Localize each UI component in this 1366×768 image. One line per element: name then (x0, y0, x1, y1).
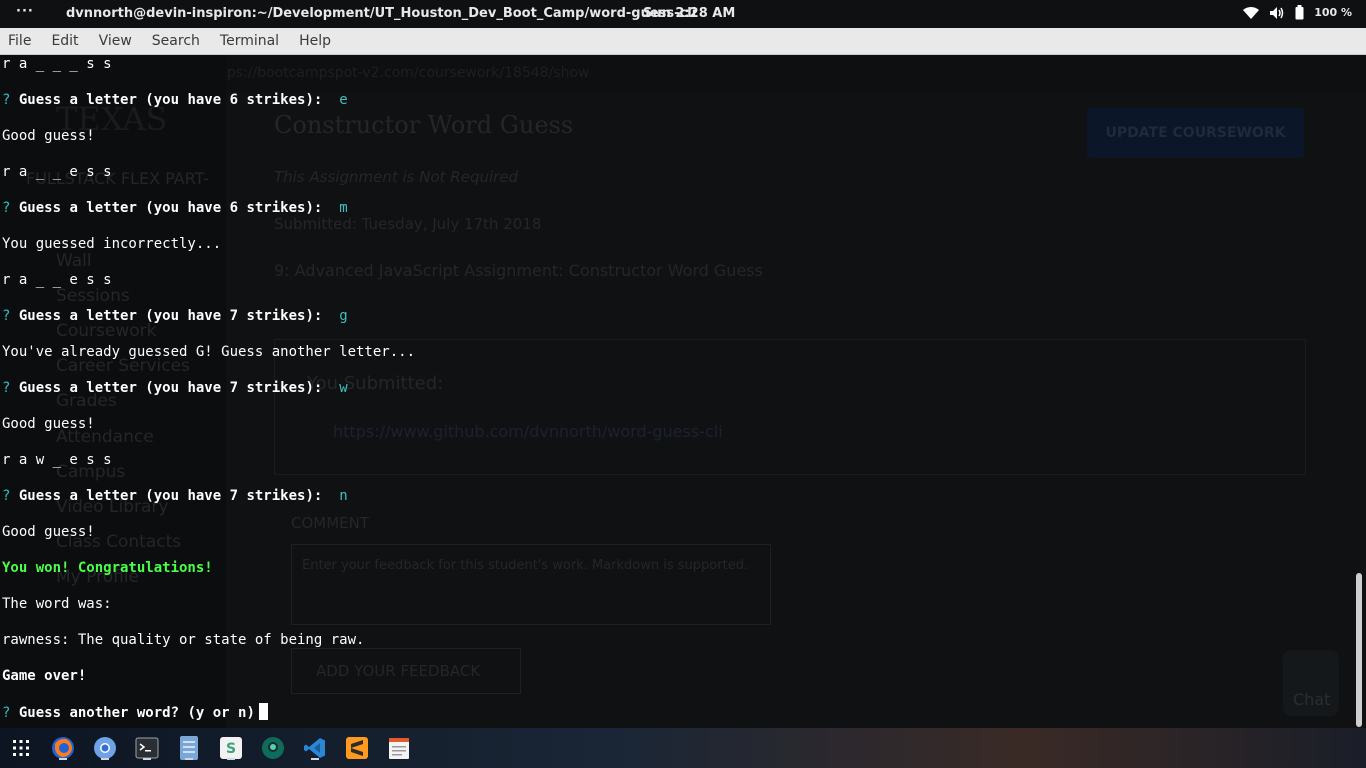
terminal-cursor[interactable] (258, 703, 268, 720)
firefox-icon[interactable] (49, 734, 77, 762)
files-icon[interactable] (175, 734, 203, 762)
terminal-output-line: r a _ _ e s s (2, 164, 112, 180)
prompt-answer: w (339, 380, 348, 396)
terminal-scrollbar[interactable] (1356, 573, 1362, 727)
terminal-prompt-line: ? Guess a letter (you have 7 strikes): w (2, 379, 348, 397)
menu-search[interactable]: Search (152, 33, 200, 49)
wifi-icon (1243, 6, 1260, 19)
terminal-output-line: Good guess! (2, 128, 95, 144)
terminal-prompt-line: ? Guess a letter (you have 7 strikes): g (2, 307, 348, 325)
taskbar: S (0, 728, 1366, 768)
text-editor-icon[interactable] (385, 734, 413, 762)
svg-text:S: S (226, 741, 236, 757)
prompt-text: Guess a letter (you have 7 strikes): (18, 308, 331, 324)
sublime-text-icon[interactable] (343, 734, 371, 762)
clock[interactable]: Sun 2:28 AM (643, 6, 735, 21)
window-title: dvnnorth@devin-inspiron:~/Development/UT… (66, 6, 697, 21)
terminal-output-line: r a _ _ _ s s (2, 56, 112, 72)
vscode-icon[interactable] (301, 734, 329, 762)
terminal-menubar: File Edit View Search Terminal Help (0, 28, 1366, 55)
prompt-question-mark: ? (2, 92, 11, 108)
terminal-output[interactable]: r a _ _ _ s s? Guess a letter (you have … (2, 55, 1352, 728)
terminal-output-line: You guessed incorrectly... (2, 236, 222, 252)
terminal-output-line: r a w _ e s s (2, 452, 112, 468)
prompt-text: Guess a letter (you have 6 strikes): (18, 200, 331, 216)
battery-icon (1295, 5, 1304, 20)
prompt-text: Guess a letter (you have 6 strikes): (18, 92, 331, 108)
volume-icon (1270, 6, 1284, 19)
terminal-output-line: You've already guessed G! Guess another … (2, 344, 416, 360)
terminal-prompt-line: ? Guess a letter (you have 6 strikes): e (2, 91, 348, 109)
terminal-output-line: Good guess! (2, 416, 95, 432)
terminal-prompt-line: ? Guess a letter (you have 6 strikes): m (2, 199, 348, 217)
activities-menu[interactable]: ··· (16, 4, 34, 19)
prompt-text: Guess a letter (you have 7 strikes): (18, 488, 331, 504)
menu-help[interactable]: Help (299, 33, 331, 49)
terminal-output-line: r a _ _ e s s (2, 272, 112, 288)
prompt-question-mark: ? (2, 488, 11, 504)
prompt-answer: m (339, 200, 348, 216)
menu-edit[interactable]: Edit (51, 33, 78, 49)
battery-percent: 100 % (1314, 6, 1352, 19)
terminal-prompt-line: ? Guess another word? (y or n) (2, 703, 268, 722)
prompt-question-mark: ? (2, 705, 11, 721)
terminal-output-line: rawness: The quality or state of being r… (2, 632, 365, 648)
prompt-text: Guess a letter (you have 7 strikes): (18, 380, 331, 396)
chromium-icon[interactable] (91, 734, 119, 762)
menu-file[interactable]: File (8, 33, 31, 49)
terminal-output-line: The word was: (2, 596, 112, 612)
prompt-question-mark: ? (2, 308, 11, 324)
prompt-answer: e (339, 92, 348, 108)
system-top-bar: ··· dvnnorth@devin-inspiron:~/Developmen… (0, 0, 1366, 28)
prompt-question-mark: ? (2, 380, 11, 396)
gitkraken-icon[interactable] (259, 734, 287, 762)
prompt-answer: n (339, 488, 348, 504)
menu-view[interactable]: View (99, 33, 132, 49)
prompt-answer: g (339, 308, 348, 324)
apps-grid-icon[interactable] (7, 734, 35, 762)
win-message: You won! Congratulations! (2, 560, 213, 576)
prompt-text: Guess another word? (y or n) (18, 705, 255, 721)
terminal-prompt-line: ? Guess a letter (you have 7 strikes): n (2, 487, 348, 505)
system-tray[interactable]: 100 % (1243, 5, 1352, 20)
terminal-output-line: Good guess! (2, 524, 95, 540)
slack-icon[interactable]: S (217, 734, 245, 762)
terminal-icon[interactable] (133, 734, 161, 762)
game-over-line: Game over! (2, 668, 87, 684)
prompt-question-mark: ? (2, 200, 11, 216)
menu-terminal[interactable]: Terminal (220, 33, 279, 49)
